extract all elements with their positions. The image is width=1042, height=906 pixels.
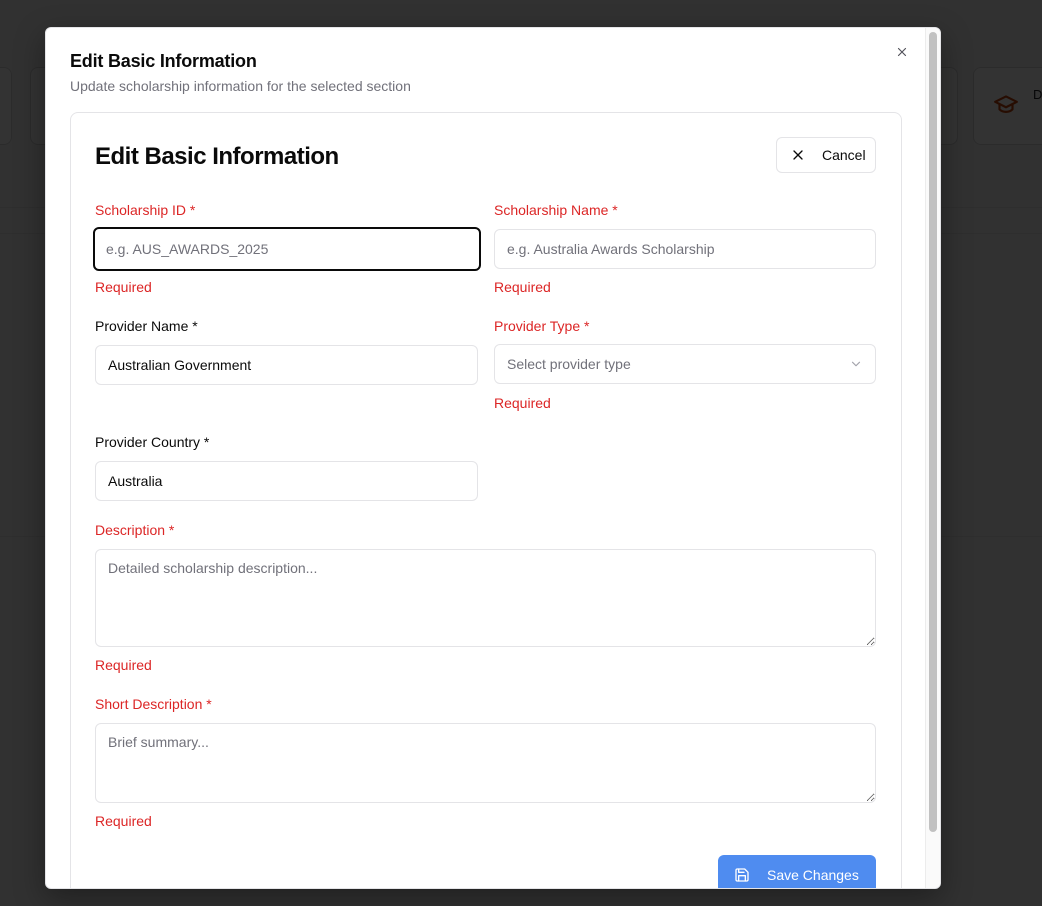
dialog-title: Edit Basic Information bbox=[70, 51, 257, 71]
edit-dialog: Edit Basic Information Update scholarshi… bbox=[45, 27, 941, 889]
provider-type-select[interactable]: Select provider type bbox=[494, 344, 876, 384]
provider-type-placeholder: Select provider type bbox=[507, 356, 631, 372]
scholarship-id-error: Required bbox=[95, 279, 152, 295]
close-icon bbox=[790, 147, 806, 163]
save-changes-button[interactable]: Save Changes bbox=[718, 855, 876, 888]
chevron-down-icon bbox=[851, 361, 861, 367]
dialog-close-button[interactable] bbox=[893, 43, 911, 61]
form-card: Edit Basic Information Cancel Scholarshi… bbox=[70, 112, 902, 888]
save-icon bbox=[734, 867, 750, 883]
scholarship-name-label: Scholarship Name * bbox=[494, 202, 618, 218]
dialog-scrollbar[interactable] bbox=[925, 28, 940, 888]
short-description-textarea[interactable] bbox=[95, 723, 876, 803]
provider-name-label: Provider Name * bbox=[95, 318, 198, 334]
provider-country-input[interactable] bbox=[95, 461, 478, 501]
dialog-description: Update scholarship information for the s… bbox=[70, 78, 411, 94]
scholarship-id-input[interactable] bbox=[93, 227, 481, 271]
close-icon bbox=[897, 47, 907, 57]
scholarship-name-input[interactable] bbox=[494, 229, 876, 269]
scholarship-id-label: Scholarship ID * bbox=[95, 202, 196, 218]
scrollbar-thumb[interactable] bbox=[929, 32, 937, 832]
provider-name-input[interactable] bbox=[95, 345, 478, 385]
short-description-error: Required bbox=[95, 813, 152, 829]
description-error: Required bbox=[95, 657, 152, 673]
scholarship-name-error: Required bbox=[494, 279, 551, 295]
save-button-label: Save Changes bbox=[767, 867, 859, 883]
description-textarea[interactable] bbox=[95, 549, 876, 647]
cancel-button[interactable]: Cancel bbox=[776, 137, 876, 173]
provider-country-label: Provider Country * bbox=[95, 434, 210, 450]
provider-type-error: Required bbox=[494, 395, 551, 411]
form-title: Edit Basic Information bbox=[95, 143, 339, 170]
provider-type-label: Provider Type * bbox=[494, 318, 590, 334]
description-label: Description * bbox=[95, 522, 175, 538]
short-description-label: Short Description * bbox=[95, 696, 212, 712]
cancel-button-label: Cancel bbox=[822, 147, 866, 163]
